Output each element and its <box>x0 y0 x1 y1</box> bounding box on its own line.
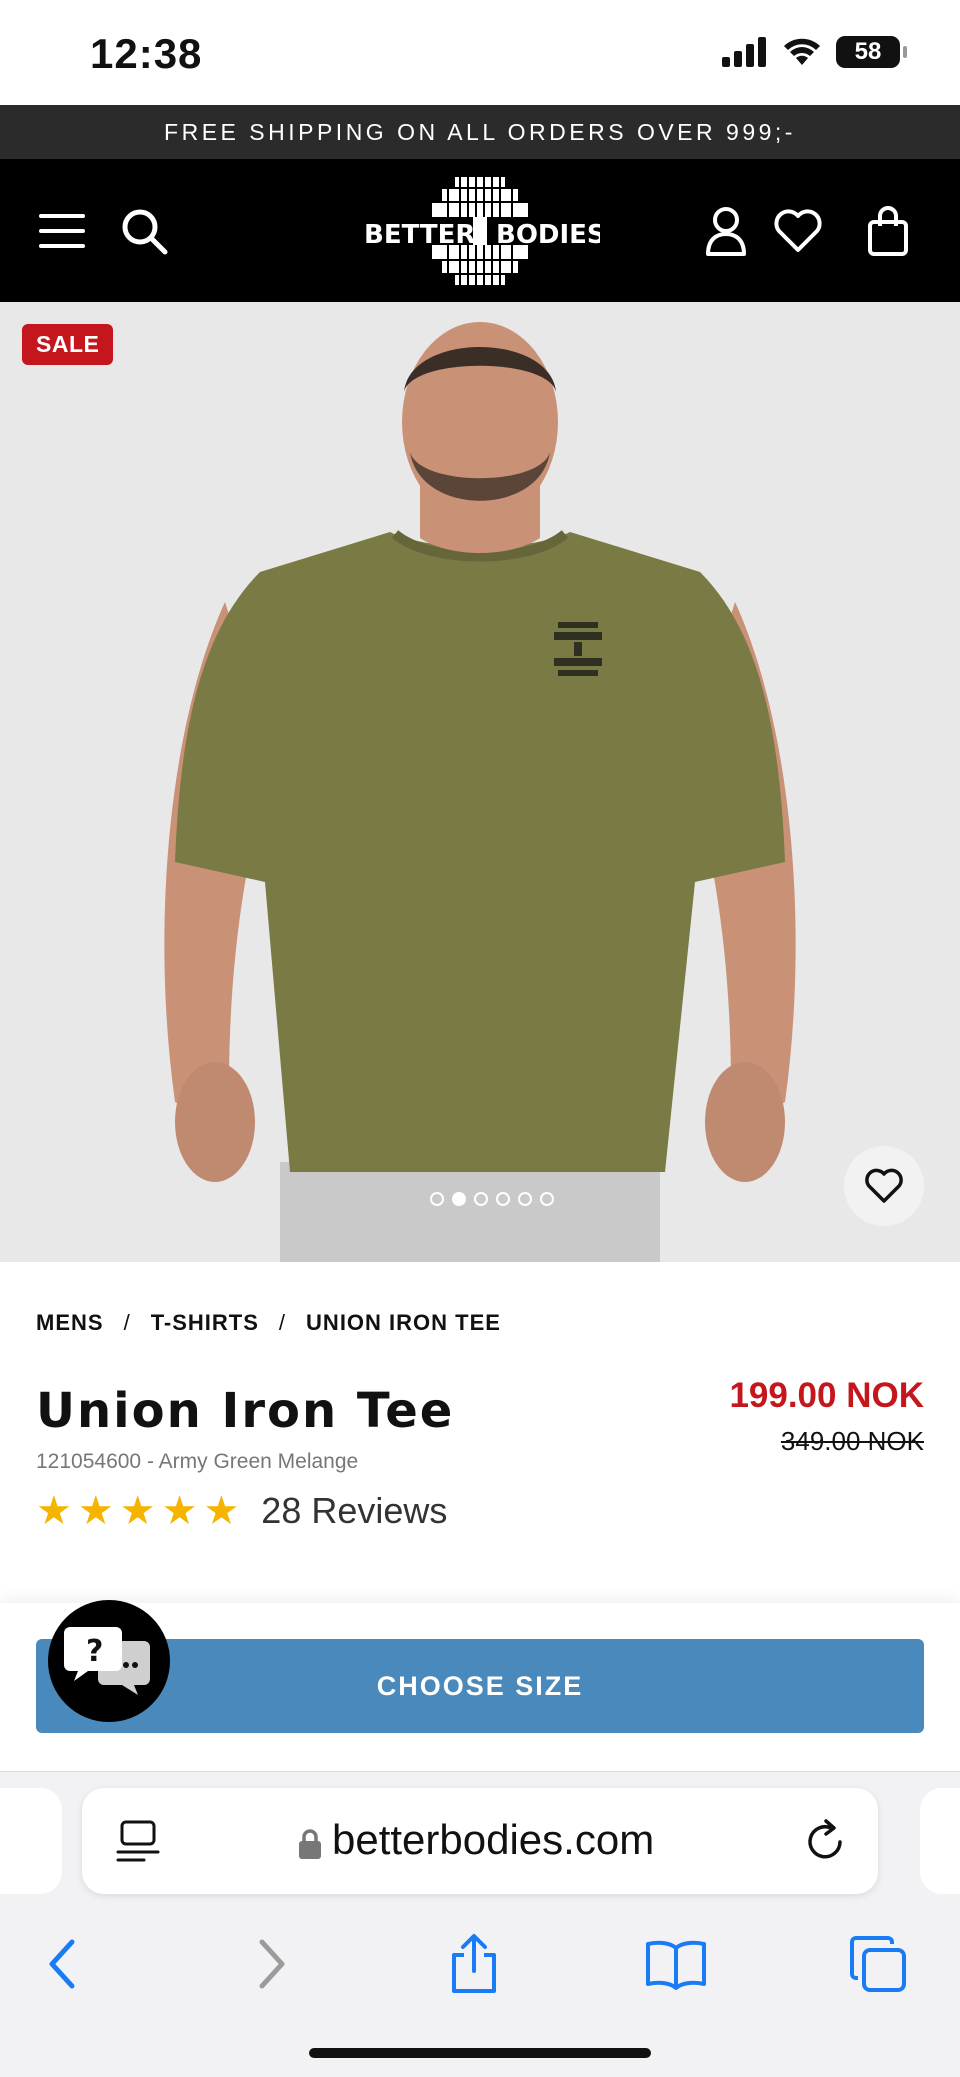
carousel-dot[interactable] <box>452 1192 466 1206</box>
heart-icon <box>865 1168 903 1203</box>
chat-help-icon: ? <box>64 1627 150 1695</box>
next-tab-card[interactable] <box>920 1788 960 1894</box>
status-bar: 12:38 58 <box>0 0 960 105</box>
product-sku: 121054600 - Army Green Melange <box>36 1450 359 1473</box>
share-icon[interactable] <box>442 1932 506 1996</box>
back-icon[interactable] <box>30 1932 94 1996</box>
star-icon: ★ <box>119 1489 156 1533</box>
forward-icon[interactable] <box>240 1932 304 1996</box>
url-text: betterbodies.com <box>332 1816 655 1863</box>
star-icon: ★ <box>77 1489 114 1533</box>
bag-icon[interactable] <box>856 199 920 263</box>
promo-banner[interactable]: FREE SHIPPING ON ALL ORDERS OVER 999;- <box>0 105 960 159</box>
wifi-icon <box>784 38 820 65</box>
breadcrumb-item-t-shirts[interactable]: T-SHIRTS <box>151 1310 259 1336</box>
carousel-dot[interactable] <box>474 1192 488 1206</box>
reviews-link[interactable]: 28 Reviews <box>261 1490 447 1532</box>
product-photo <box>164 322 796 1262</box>
bookmarks-icon[interactable] <box>644 1932 708 1996</box>
breadcrumb: MENS / T-SHIRTS / UNION IRON TEE <box>36 1310 501 1336</box>
lock-icon <box>299 1829 321 1859</box>
hamburger-icon[interactable] <box>30 199 94 263</box>
site-header: BETTER BODIES <box>0 159 960 302</box>
user-icon[interactable] <box>694 199 758 263</box>
svg-text:?: ? <box>86 1634 103 1669</box>
product-rating[interactable]: ★ ★ ★ ★ ★ 28 Reviews <box>36 1490 447 1532</box>
original-price: 349.00 NOK <box>780 1426 924 1456</box>
star-icon: ★ <box>161 1489 198 1533</box>
carousel-dot[interactable] <box>496 1192 510 1206</box>
carousel-dot[interactable] <box>430 1192 444 1206</box>
breadcrumb-separator: / <box>123 1310 131 1335</box>
brand-logo[interactable]: BETTER BODIES <box>360 173 606 289</box>
heart-icon[interactable] <box>766 199 830 263</box>
sale-badge: SALE <box>22 324 114 365</box>
previous-tab-card[interactable] <box>0 1788 62 1894</box>
tabs-icon[interactable] <box>846 1932 910 1996</box>
add-to-wishlist-button[interactable] <box>844 1146 924 1226</box>
search-icon[interactable] <box>112 199 176 263</box>
carousel-dot[interactable] <box>540 1192 554 1206</box>
help-chat-button[interactable]: ? <box>48 1600 170 1722</box>
browser-chrome: betterbodies.com <box>0 1771 960 2077</box>
sale-price: 199.00 NOK <box>729 1376 924 1415</box>
logo-text-right: BODIES <box>496 220 600 250</box>
logo-text-left: BETTER <box>364 220 475 250</box>
carousel-dots <box>430 1192 554 1206</box>
home-indicator <box>309 2048 651 2058</box>
product-image-carousel[interactable]: SALE <box>0 302 960 1262</box>
reload-icon[interactable] <box>804 1818 848 1864</box>
breadcrumb-item-current: UNION IRON TEE <box>306 1310 501 1335</box>
battery-indicator: 58 <box>836 36 907 68</box>
reader-mode-icon[interactable] <box>116 1818 160 1864</box>
browser-toolbar <box>0 1912 960 2012</box>
status-icons: 58 <box>722 36 907 68</box>
breadcrumb-separator: / <box>278 1310 287 1335</box>
carousel-dot[interactable] <box>518 1192 532 1206</box>
status-time: 12:38 <box>90 30 203 77</box>
star-icon: ★ <box>36 1489 72 1533</box>
cellular-signal-icon <box>722 37 766 67</box>
star-icon: ★ <box>203 1489 240 1533</box>
product-title: Union Iron Tee <box>36 1383 455 1439</box>
breadcrumb-item-mens[interactable]: MENS <box>36 1310 104 1336</box>
address-bar[interactable]: betterbodies.com <box>82 1788 878 1894</box>
